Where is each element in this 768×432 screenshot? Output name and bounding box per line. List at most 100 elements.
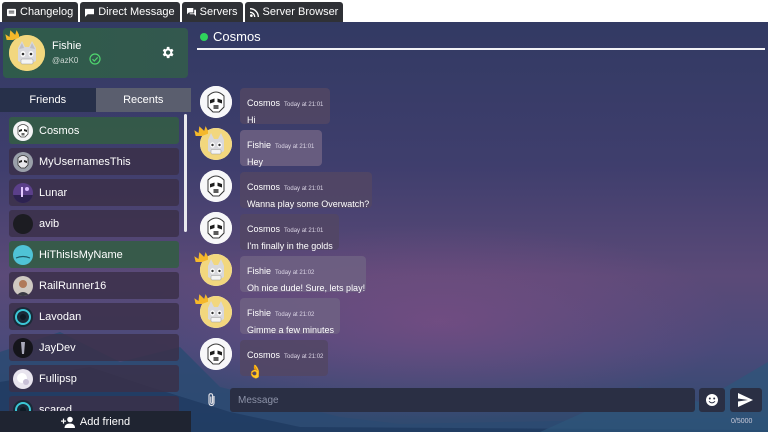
- list-icon: [7, 8, 16, 16]
- friend-name: Cosmos: [39, 124, 80, 137]
- message-bubble: Cosmos Today at 21:01 Wanna play some Over…: [240, 172, 372, 209]
- message-text: Hey: [247, 157, 264, 167]
- friend-list-item[interactable]: avib: [9, 210, 179, 237]
- message-input[interactable]: Message: [230, 388, 695, 412]
- smiley-icon: [706, 394, 718, 406]
- message-header: Cosmos Today at 21:02: [247, 345, 324, 363]
- message-timestamp: Today at 21:02: [275, 270, 315, 276]
- tab-changelog[interactable]: Changelog: [2, 2, 79, 22]
- profile-tag: @azK0: [52, 56, 79, 65]
- message-header: Fishie Today at 21:01: [247, 135, 315, 153]
- friend-list-item[interactable]: Cosmos: [9, 117, 179, 144]
- message-text: I'm finally in the golds: [247, 241, 333, 251]
- message-timestamp: Today at 21:01: [284, 186, 324, 192]
- message-author: Cosmos: [247, 98, 281, 108]
- chat-header: Cosmos: [197, 26, 765, 50]
- avatar: [13, 275, 33, 296]
- message-author: Fishie: [247, 266, 272, 276]
- friend-list-item[interactable]: Lunar: [9, 179, 179, 206]
- add-user-icon: [60, 416, 75, 428]
- message-text: 👌: [247, 364, 264, 379]
- character-count: 0/5000: [731, 418, 753, 425]
- friend-name: HiThisIsMyName: [39, 248, 123, 261]
- friends-list: Cosmos MyUsernamesThis Lunar avib HiThisIsMy…: [9, 117, 181, 412]
- message-text: Oh nice dude! Sure, lets play!: [247, 283, 366, 293]
- message-author: Cosmos: [247, 224, 281, 234]
- crown-icon: [194, 123, 210, 141]
- message-timestamp: Today at 21:01: [284, 228, 324, 234]
- friend-list-item[interactable]: JayDev: [9, 334, 179, 361]
- avatar[interactable]: [200, 86, 232, 118]
- message-author: Fishie: [247, 140, 272, 150]
- message-author: Fishie: [247, 308, 272, 318]
- message-author: Cosmos: [247, 182, 281, 192]
- message-header: Cosmos Today at 21:01: [247, 93, 323, 111]
- message-bubble: Fishie Today at 21:02 Oh nice dude! Sure, …: [240, 256, 366, 293]
- avatar: [13, 120, 33, 141]
- message-header: Cosmos Today at 21:01: [247, 219, 332, 237]
- avatar[interactable]: [9, 35, 45, 71]
- friend-name: Fullipsp: [39, 372, 77, 385]
- crown-icon: [5, 30, 19, 40]
- avatar: [13, 368, 33, 389]
- avatar: [13, 337, 33, 358]
- chat-title: Cosmos: [213, 29, 261, 44]
- friend-name: avib: [39, 217, 60, 230]
- send-icon: [738, 393, 753, 407]
- message-text: Wanna play some Overwatch?: [247, 199, 370, 209]
- message-header: Fishie Today at 21:02: [247, 303, 333, 321]
- message-timestamp: Today at 21:02: [284, 354, 324, 360]
- gear-icon[interactable]: [160, 45, 175, 60]
- add-friend-button[interactable]: Add friend: [0, 411, 191, 432]
- message-text: Gimme a few minutes: [247, 325, 335, 335]
- tab-server-browser[interactable]: Server Browser: [244, 2, 344, 22]
- avatar[interactable]: [200, 212, 232, 244]
- message-header: Fishie Today at 21:02: [247, 261, 359, 279]
- emoji-button[interactable]: [699, 388, 725, 412]
- tab-recents[interactable]: Recents: [95, 88, 191, 112]
- avatar: [13, 213, 33, 234]
- message-timestamp: Today at 21:01: [284, 102, 324, 108]
- chat-icon: [186, 7, 196, 16]
- message-timestamp: Today at 21:01: [275, 144, 315, 150]
- friend-list-item[interactable]: scared: [9, 396, 179, 412]
- avatar: [13, 182, 33, 203]
- message-bubble: Cosmos Today at 21:01 I'm finally in the g…: [240, 214, 339, 251]
- friend-name: MyUsernamesThis: [39, 155, 131, 168]
- tab-label: Direct Message: [98, 6, 175, 18]
- avatar: [13, 244, 33, 265]
- message-bubble: Fishie Today at 21:01 Hey: [240, 130, 322, 167]
- crown-icon: [194, 291, 210, 309]
- tab-label: Servers: [199, 6, 238, 18]
- avatar[interactable]: [200, 338, 232, 370]
- friend-list-item[interactable]: Fullipsp: [9, 365, 179, 392]
- message-bubble: Fishie Today at 21:02 Gimme a few minutes: [240, 298, 340, 335]
- tab-servers[interactable]: Servers: [181, 2, 243, 22]
- send-button[interactable]: [730, 388, 762, 412]
- top-tab-bar: Changelog Direct Message Servers Server …: [0, 0, 768, 22]
- friend-list-item[interactable]: HiThisIsMyName: [9, 241, 179, 268]
- friend-name: Lunar: [39, 186, 68, 199]
- friends-recents-tabs: Friends Recents: [0, 88, 191, 112]
- profile-name: Fishie: [52, 40, 82, 52]
- tab-direct-message[interactable]: Direct Message: [80, 2, 180, 22]
- message-text: Hi: [247, 115, 256, 125]
- friends-scrollbar[interactable]: [184, 114, 187, 232]
- rss-icon: [249, 7, 259, 17]
- avatar[interactable]: [200, 170, 232, 202]
- header-divider: [197, 48, 765, 50]
- check-circle-icon: [89, 53, 101, 65]
- tab-friends[interactable]: Friends: [0, 88, 96, 112]
- friend-name: RailRunner16: [39, 279, 107, 292]
- profile-card: Fishie @azK0: [3, 28, 188, 78]
- friend-list-item[interactable]: Lavodan: [9, 303, 179, 330]
- friend-list-item[interactable]: RailRunner16: [9, 272, 179, 299]
- crown-icon: [194, 249, 210, 267]
- message-bubble: Cosmos Today at 21:01 Hi: [240, 88, 330, 125]
- message-author: Cosmos: [247, 350, 281, 360]
- avatar: [13, 306, 33, 327]
- friend-list-item[interactable]: MyUsernamesThis: [9, 148, 179, 175]
- friend-name: JayDev: [39, 341, 76, 354]
- paperclip-icon[interactable]: [205, 392, 219, 408]
- online-status-dot: [200, 33, 208, 41]
